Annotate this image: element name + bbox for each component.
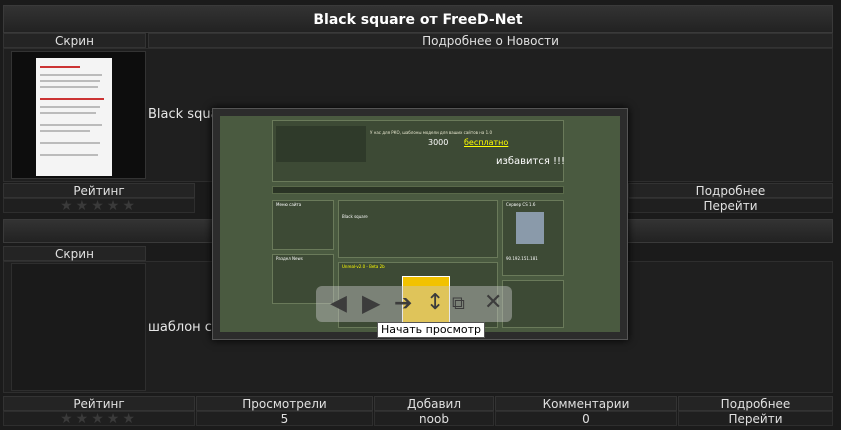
news2-comments-count: 0 (582, 412, 590, 426)
news1-rating-header: Рейтинг (3, 183, 195, 198)
shot-block1-title: Меню сайта (276, 202, 302, 207)
news1-rating-label: Рейтинг (73, 184, 125, 198)
shot-promo-tail: избавится !!! (496, 156, 566, 167)
page-title-bar: Black square от FreeD-Net (3, 5, 833, 33)
viewer-controls: ◀ ▶ ➔ ↕ ⧉ ✕ (316, 286, 512, 322)
shot-left-block-1 (272, 200, 334, 250)
news2-added-header: Добавил (374, 396, 494, 411)
news2-rating-header: Рейтинг (3, 396, 195, 411)
news1-go-label[interactable]: Перейти (704, 199, 758, 213)
news2-comments-value: 0 (495, 411, 677, 426)
news2-added-value[interactable]: noob (374, 411, 494, 426)
shot-center-news-1 (338, 200, 498, 258)
news2-go-label[interactable]: Перейти (729, 412, 783, 426)
news2-views-header: Просмотрели (196, 396, 373, 411)
shot-promo-free: бесплатно (464, 138, 509, 147)
col-header-screen-label: Скрин (55, 34, 94, 48)
col-header-more: Подробнее о Новости (148, 33, 833, 48)
external-icon[interactable]: ⧉ (452, 292, 465, 316)
news2-details-header: Подробнее (678, 396, 833, 411)
shot-server-title: Сервер CS 1.6 (506, 202, 536, 207)
fullsize-icon[interactable]: ↕ (426, 291, 444, 315)
image-viewer: У нас для РКО, шаблоны модели для ваших … (212, 108, 628, 340)
page-title: Black square от FreeD-Net (313, 12, 523, 28)
shot-server-image (516, 212, 544, 244)
col-header-more-label: Подробнее о Новости (422, 34, 559, 48)
news2-comments-header: Комментарии (495, 396, 677, 411)
thumbnail-page-image (36, 58, 112, 176)
shot-promo-count: 3000 (428, 138, 449, 147)
news2-rating-label: Рейтинг (73, 397, 125, 411)
news1-details-label: Подробнее (695, 184, 766, 198)
shot-promo-line: У нас для РКО, шаблоны модели для ваших … (370, 130, 492, 135)
news2-added-label: Добавил (406, 397, 461, 411)
shot-news-title: Black square (342, 214, 368, 219)
news2-text: шаблон cs (148, 320, 219, 335)
news2-rating-stars[interactable]: ★★★★★ (3, 411, 195, 426)
close-icon[interactable]: ✕ (484, 291, 502, 315)
shot-logo-box (276, 126, 366, 162)
news2-col-header-screen: Скрин (3, 246, 146, 261)
col-header-screen: Скрин (3, 33, 146, 48)
news2-thumbnail[interactable] (11, 263, 146, 391)
shot-search-bar (272, 186, 564, 194)
news2-text-content: шаблон cs (148, 320, 219, 335)
play-tooltip: Начать просмотр (377, 322, 486, 338)
news2-author[interactable]: noob (419, 412, 449, 426)
shot-news-title-2: Unreal-v2.0 - Beta 2b (342, 264, 385, 269)
news2-views-value: 5 (196, 411, 373, 426)
news2-views-label: Просмотрели (242, 397, 327, 411)
play-tooltip-text: Начать просмотр (381, 323, 482, 336)
next-icon[interactable]: ➔ (394, 292, 412, 316)
news1-rating-stars[interactable]: ★★★★★ (3, 198, 195, 213)
shot-server-ip: 90.192.151.181 (506, 256, 538, 261)
prev-icon[interactable]: ◀ (330, 292, 347, 316)
shot-block2-title: Раздел News (276, 256, 303, 261)
news1-thumbnail[interactable] (11, 51, 146, 179)
news1-go-link[interactable]: Перейти (628, 198, 833, 213)
news2-views-count: 5 (280, 412, 289, 426)
news2-comments-label: Комментарии (542, 397, 630, 411)
news2-go-link[interactable]: Перейти (678, 411, 833, 426)
play-icon[interactable]: ▶ (362, 291, 380, 315)
news2-col-header-screen-label: Скрин (55, 247, 94, 261)
news1-details-header: Подробнее (628, 183, 833, 198)
news2-details-label: Подробнее (720, 397, 791, 411)
